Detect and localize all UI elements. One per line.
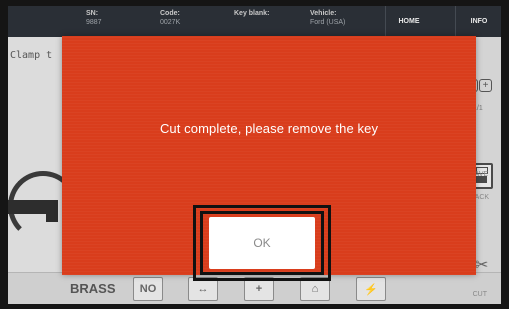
no-button[interactable]: NO [133, 277, 163, 301]
code-field: Code: 0027K [160, 9, 180, 27]
vehicle-field: Vehicle: Ford (USA) [310, 9, 345, 27]
vehicle-label: Vehicle: [310, 10, 337, 17]
cut-button[interactable]: CUT [473, 291, 487, 298]
home-button[interactable]: HOME [385, 6, 432, 37]
key-blank-field: Key blank: [234, 9, 269, 18]
ok-button[interactable]: OK [209, 217, 315, 269]
top-info-bar: SN: 9887 Code: 0027K Key blank: Vehicle:… [8, 6, 501, 37]
code-value: 0027K [160, 19, 181, 26]
clamp-arm-tip-graphic [46, 200, 58, 222]
code-label: Code: [160, 10, 180, 17]
vehicle-value: Ford (USA) [310, 19, 346, 26]
material-label: BRASS [70, 281, 116, 296]
zoom-in-icon[interactable]: + [479, 79, 492, 92]
dialog-message: Cut complete, please remove the key [159, 121, 379, 136]
key-icon: ⌂ [311, 283, 319, 295]
flash-icon: ⚡ [364, 283, 378, 296]
key-blank-label: Key blank: [234, 10, 270, 17]
toolbar-button-5[interactable]: ⚡ [356, 277, 386, 301]
plus-icon: + [255, 283, 263, 295]
clamp-label: Clamp t [10, 50, 53, 61]
info-button[interactable]: INFO [455, 6, 501, 37]
sn-field: SN: 9887 [86, 9, 102, 27]
sn-label: SN: [86, 10, 99, 17]
arrow-icon: ↔ [197, 283, 209, 295]
sn-value: 9887 [86, 19, 102, 26]
